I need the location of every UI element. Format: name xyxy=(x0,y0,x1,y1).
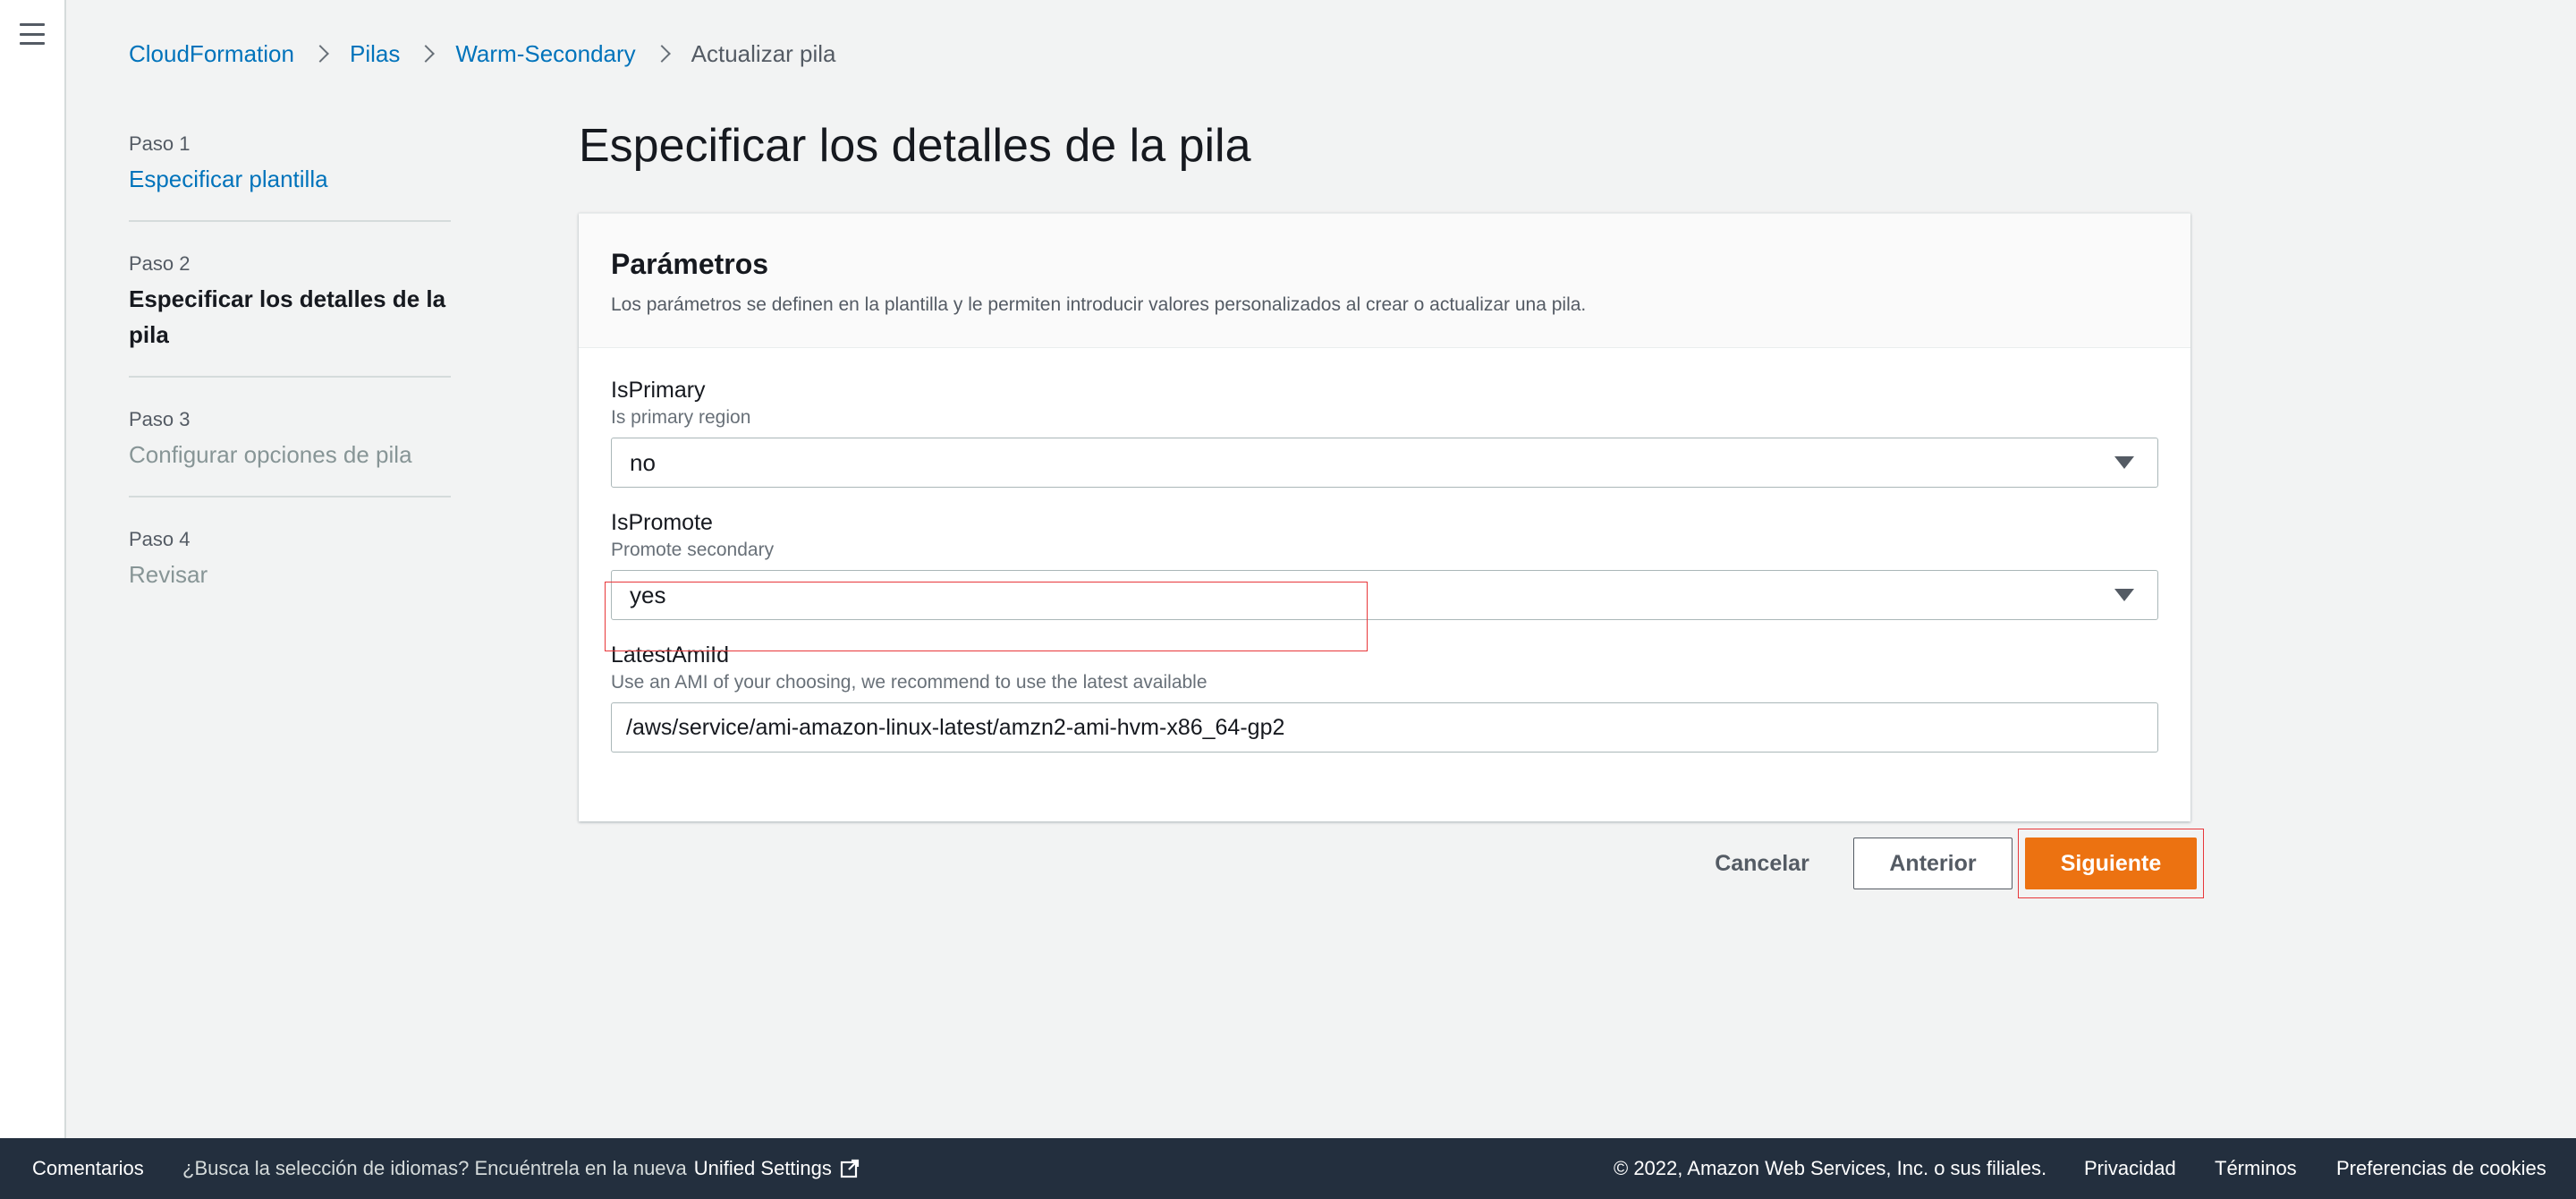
step-number: Paso 4 xyxy=(129,528,191,550)
chevron-right-icon xyxy=(652,45,671,63)
feedback-link[interactable]: Comentarios xyxy=(32,1157,144,1180)
page-title: Especificar los detalles de la pila xyxy=(579,120,1251,172)
breadcrumb-current: Actualizar pila xyxy=(691,39,836,67)
wizard-steps: Paso 1 Especificar plantilla Paso 2 Espe… xyxy=(129,131,451,644)
copyright-text: © 2022, Amazon Web Services, Inc. o sus … xyxy=(1614,1157,2047,1179)
caret-down-icon xyxy=(2114,456,2134,469)
panel-title: Parámetros xyxy=(611,248,769,280)
step-3: Paso 3 Configurar opciones de pila xyxy=(129,406,451,497)
field-ispromote: IsPromote Promote secondary yes xyxy=(611,507,2158,620)
select-value: yes xyxy=(630,581,666,608)
page: CloudFormation Pilas Warm-Secondary Actu… xyxy=(0,0,2576,1199)
select-value: no xyxy=(630,448,656,476)
step-4-title: Revisar xyxy=(129,561,208,588)
caret-down-icon xyxy=(2114,589,2134,601)
previous-button[interactable]: Anterior xyxy=(1853,838,2012,889)
step-1-link[interactable]: Especificar plantilla xyxy=(129,161,451,197)
field-label: IsPromote xyxy=(611,510,713,535)
footer: Comentarios ¿Busca la selección de idiom… xyxy=(0,1138,2576,1199)
step-1: Paso 1 Especificar plantilla xyxy=(129,131,451,222)
panel-body: IsPrimary Is primary region no IsPromote… xyxy=(579,348,2190,753)
step-3-title: Configurar opciones de pila xyxy=(129,441,412,468)
parameters-panel: Parámetros Los parámetros se definen en … xyxy=(579,213,2190,821)
chevron-right-icon xyxy=(417,45,436,63)
privacy-link[interactable]: Privacidad xyxy=(2084,1157,2176,1180)
latestamiid-input[interactable] xyxy=(611,702,2158,753)
cookie-preferences-link[interactable]: Preferencias de cookies xyxy=(2336,1157,2546,1180)
panel-header: Parámetros Los parámetros se definen en … xyxy=(579,214,2190,348)
step-number: Paso 3 xyxy=(129,408,191,430)
language-prompt: ¿Busca la selección de idiomas? Encuéntr… xyxy=(182,1157,687,1179)
language-notice: ¿Busca la selección de idiomas? Encuéntr… xyxy=(182,1157,860,1180)
breadcrumb-pilas[interactable]: Pilas xyxy=(350,40,400,68)
step-2-title: Especificar los detalles de la pila xyxy=(129,285,446,348)
nav-rail xyxy=(0,0,66,1138)
field-description: Is primary region xyxy=(611,407,751,428)
field-label: IsPrimary xyxy=(611,378,706,403)
unified-settings-link[interactable]: Unified Settings xyxy=(694,1157,832,1180)
ispromote-select[interactable]: yes xyxy=(611,570,2158,620)
cancel-button[interactable]: Cancelar xyxy=(1683,838,1841,889)
isprimary-select[interactable]: no xyxy=(611,438,2158,488)
field-description: Use an AMI of your choosing, we recommen… xyxy=(611,672,1208,693)
step-4: Paso 4 Revisar xyxy=(129,526,451,616)
breadcrumb-warm-secondary[interactable]: Warm-Secondary xyxy=(455,40,635,68)
external-link-icon[interactable] xyxy=(839,1158,860,1179)
breadcrumb-cloudformation[interactable]: CloudFormation xyxy=(129,40,294,68)
field-description: Promote secondary xyxy=(611,540,775,560)
chevron-right-icon xyxy=(311,45,329,63)
hamburger-menu-icon[interactable] xyxy=(20,23,45,45)
panel-description: Los parámetros se definen en la plantill… xyxy=(611,294,1587,315)
field-latestamiid: LatestAmiId Use an AMI of your choosing,… xyxy=(611,640,2158,753)
field-isprimary: IsPrimary Is primary region no xyxy=(611,375,2158,488)
field-label: LatestAmiId xyxy=(611,642,730,668)
step-number: Paso 1 xyxy=(129,132,191,155)
step-number: Paso 2 xyxy=(129,252,191,275)
breadcrumb: CloudFormation Pilas Warm-Secondary Actu… xyxy=(129,38,836,70)
step-2: Paso 2 Especificar los detalles de la pi… xyxy=(129,251,451,378)
next-button[interactable]: Siguiente xyxy=(2025,838,2197,889)
terms-link[interactable]: Términos xyxy=(2215,1157,2297,1180)
